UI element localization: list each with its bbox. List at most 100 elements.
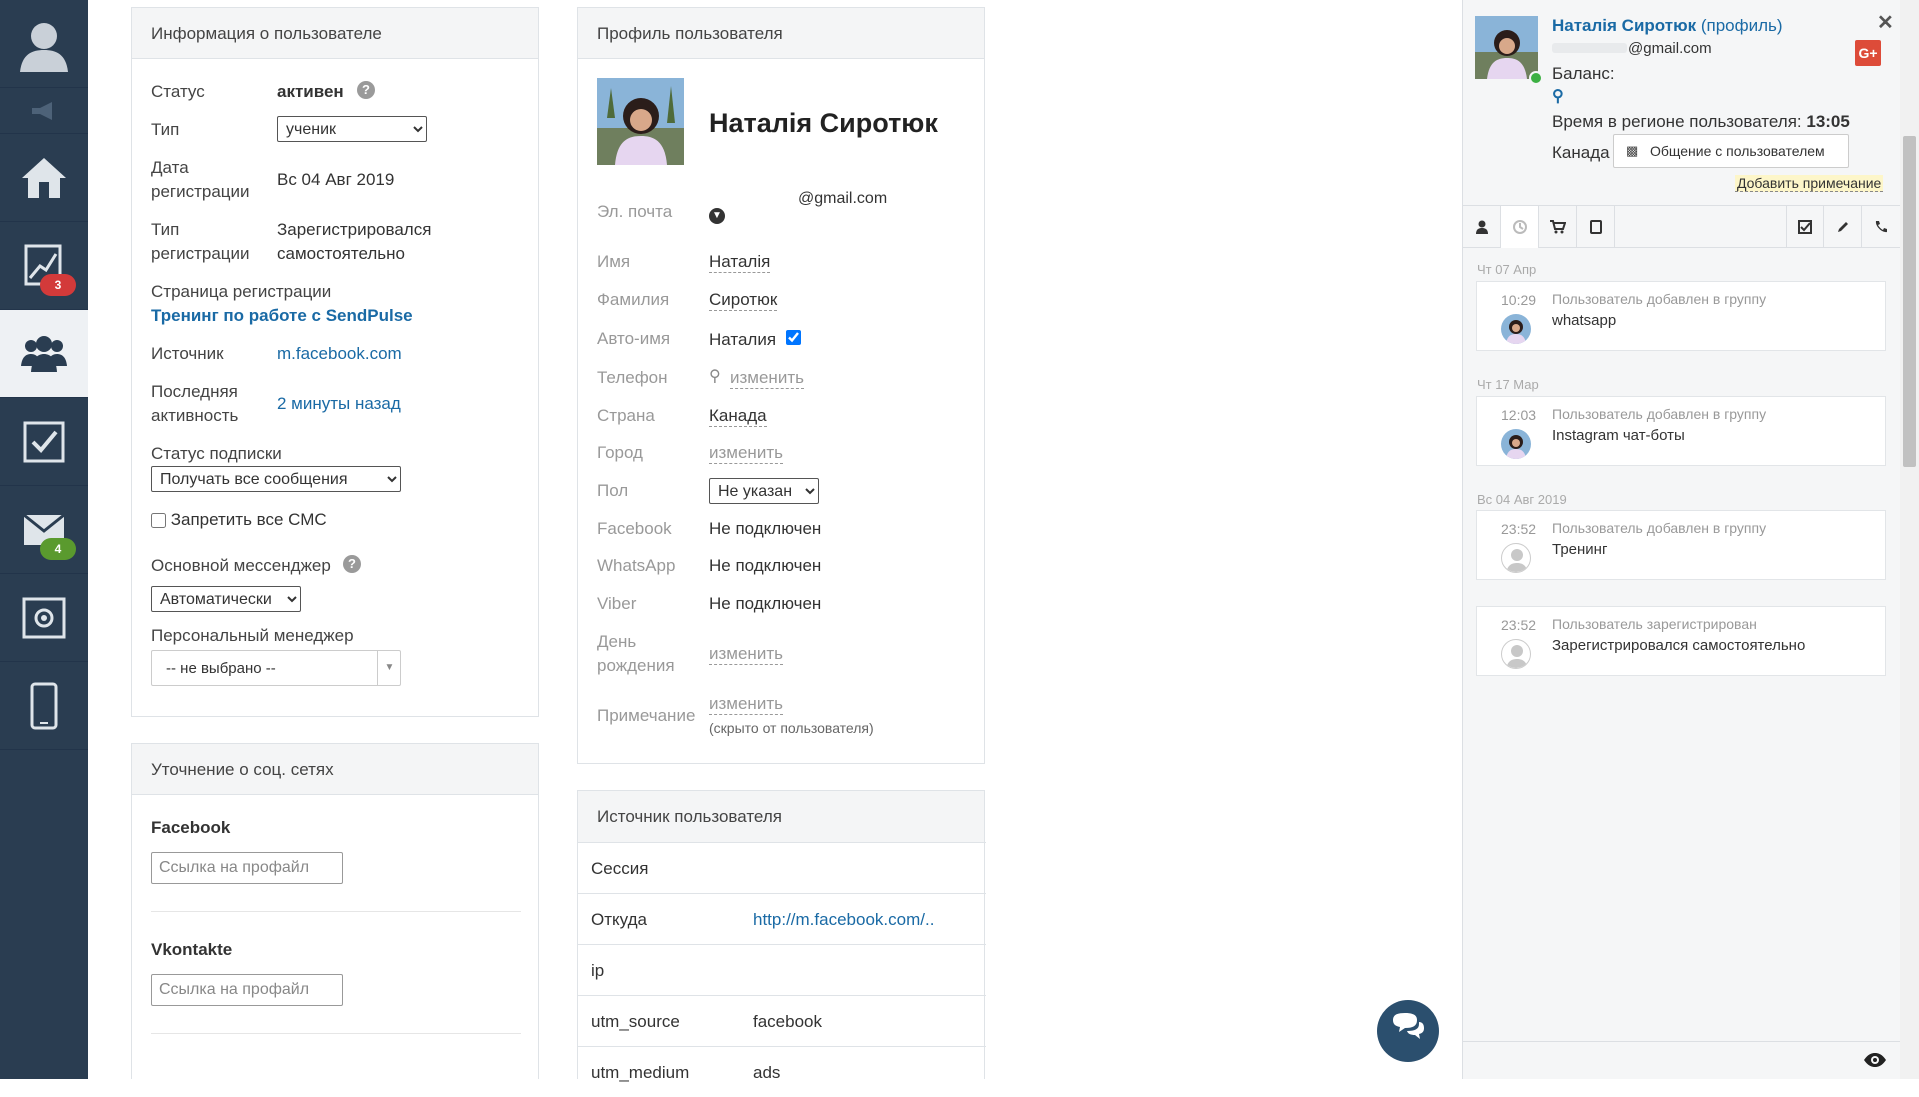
birthday-label: рождения [597,656,675,675]
row-value: ads [753,1063,781,1082]
tab-device[interactable] [1577,206,1615,248]
nav-announcements[interactable] [0,88,88,134]
status-value: активен [277,82,344,101]
chat-with-user-button[interactable]: ▩ Общение с пользователем [1613,134,1849,168]
last-activity-value[interactable]: 2 минуты назад [277,394,401,414]
timeline-date: Вс 04 Авг 2019 [1477,492,1567,507]
auto-name-checkbox[interactable] [786,330,801,345]
first-name-value[interactable]: Наталія [709,252,771,273]
facebook-profile-input[interactable] [151,852,343,884]
profile-link[interactable]: (профиль) [1701,16,1783,35]
tab-tasks[interactable] [1786,206,1824,248]
settings-icon [22,597,66,638]
redacted-email-prefix [1552,43,1627,53]
eye-icon[interactable] [1863,1052,1887,1068]
gender-label: Пол [597,481,629,500]
timeline-event: 12:03 Пользователь добавлен в группу Ins… [1476,396,1886,466]
user-avatar [1475,16,1538,79]
event-text: whatsapp [1552,312,1617,329]
timeline-date: Чт 07 Апр [1477,262,1537,277]
main-messenger-select[interactable]: Автоматически [151,586,301,612]
last-activity-label: Последняя [151,382,238,401]
event-time: 10:29 [1501,292,1537,308]
last-name-value[interactable]: Сиротюк [709,290,778,311]
note-edit-link[interactable]: изменить [709,694,783,715]
user-country: Канада [1552,143,1610,162]
nav-users[interactable] [0,310,88,398]
scrollbar-thumb[interactable] [1903,136,1916,467]
user-name-link[interactable]: Наталія Сиротюк [1552,16,1696,35]
type-label: Тип [151,120,180,139]
facebook-label: Facebook [597,519,672,538]
device-tab-icon [1589,220,1602,234]
search-icon[interactable]: ⚲ [1552,86,1564,106]
timeline-event: 10:29 Пользователь добавлен в группу wha… [1476,281,1886,351]
manager-label: Персональный менеджер [151,626,354,645]
birthday-edit-link[interactable]: изменить [709,644,783,665]
gender-select[interactable]: Не указан [709,478,819,504]
event-text: Тренинг [1552,541,1608,558]
tasks-icon [23,421,65,462]
user-email: @gmail.com [1628,40,1712,57]
task-tab-icon [1798,220,1812,234]
tab-user[interactable] [1463,206,1501,248]
block-sms-checkbox[interactable] [151,513,166,529]
nav-mobile[interactable] [0,662,88,750]
nav-statistics[interactable]: 3 [0,222,88,310]
panel-title: Информация о пользователе [132,8,538,59]
viber-label: Viber [597,594,637,613]
add-note-link[interactable]: Добавить примечание [1735,175,1884,192]
email-label: Эл. почта [597,202,673,221]
nav-profile[interactable] [0,0,88,88]
google-plus-icon[interactable]: G+ [1855,40,1881,66]
city-edit-link[interactable]: изменить [709,443,783,464]
source-label: Источник [151,344,224,363]
reg-page-link[interactable]: Тренинг по работе с SendPulse [151,306,413,326]
megaphone-icon [32,101,52,120]
help-icon[interactable]: ? [343,555,361,573]
nav-mail[interactable]: 4 [0,486,88,574]
close-icon[interactable]: ✕ [1877,10,1894,35]
panel-title: Уточнение о соц. сетях [132,744,538,795]
type-select[interactable]: ученик [277,116,427,142]
main-messenger-label: Основной мессенджер [151,556,331,575]
tab-history[interactable] [1501,206,1539,248]
manager-value: -- не выбрано -- [166,660,276,677]
nav-tasks[interactable] [0,398,88,486]
tab-cart[interactable] [1539,206,1577,248]
divider [151,1033,521,1034]
help-icon[interactable]: ? [357,81,375,99]
auto-name-value: Наталия [709,330,777,349]
row-label: Сессия [591,859,649,878]
time-label: Время в регионе пользователя: [1552,112,1802,131]
profile-panel: Профиль пользователя Наталія Сиротюк Эл.… [577,7,985,764]
phone-tab-icon [1875,221,1887,233]
history-tab-icon [1512,220,1527,234]
scrollbar[interactable] [1900,0,1919,1079]
event-text: Зарегистрировался самостоятельно [1552,637,1806,654]
divider [151,911,521,912]
balance-label: Баланс: [1552,64,1615,83]
subscription-status-select[interactable]: Получать все сообщения [151,466,401,492]
cart-tab-icon [1549,220,1566,234]
country-value[interactable]: Канада [709,406,767,427]
row-label: Откуда [591,910,647,929]
referrer-link[interactable]: http://m.facebook.com/.. [753,910,934,930]
block-sms-row[interactable]: Запретить все СМС [151,510,327,530]
row-label: utm_medium [591,1063,690,1082]
nav-settings[interactable] [0,574,88,662]
tab-edit[interactable] [1824,206,1862,248]
reg-date-value: Вс 04 Авг 2019 [277,170,395,189]
vkontakte-profile-input[interactable] [151,974,343,1006]
chevron-down-icon[interactable]: ▼ [709,208,725,224]
source-link[interactable]: m.facebook.com [277,344,402,364]
chat-widget-button[interactable] [1377,1000,1439,1062]
users-icon [21,335,67,372]
tab-phone[interactable] [1862,206,1900,248]
phone-edit-link[interactable]: изменить [730,368,804,389]
manager-select[interactable]: -- не выбрано -- ▼ [151,650,401,686]
last-name-label: Фамилия [597,290,670,309]
nav-home[interactable] [0,134,88,222]
nav-filler [0,750,88,1079]
table-row: utm_source facebook [578,995,986,1046]
